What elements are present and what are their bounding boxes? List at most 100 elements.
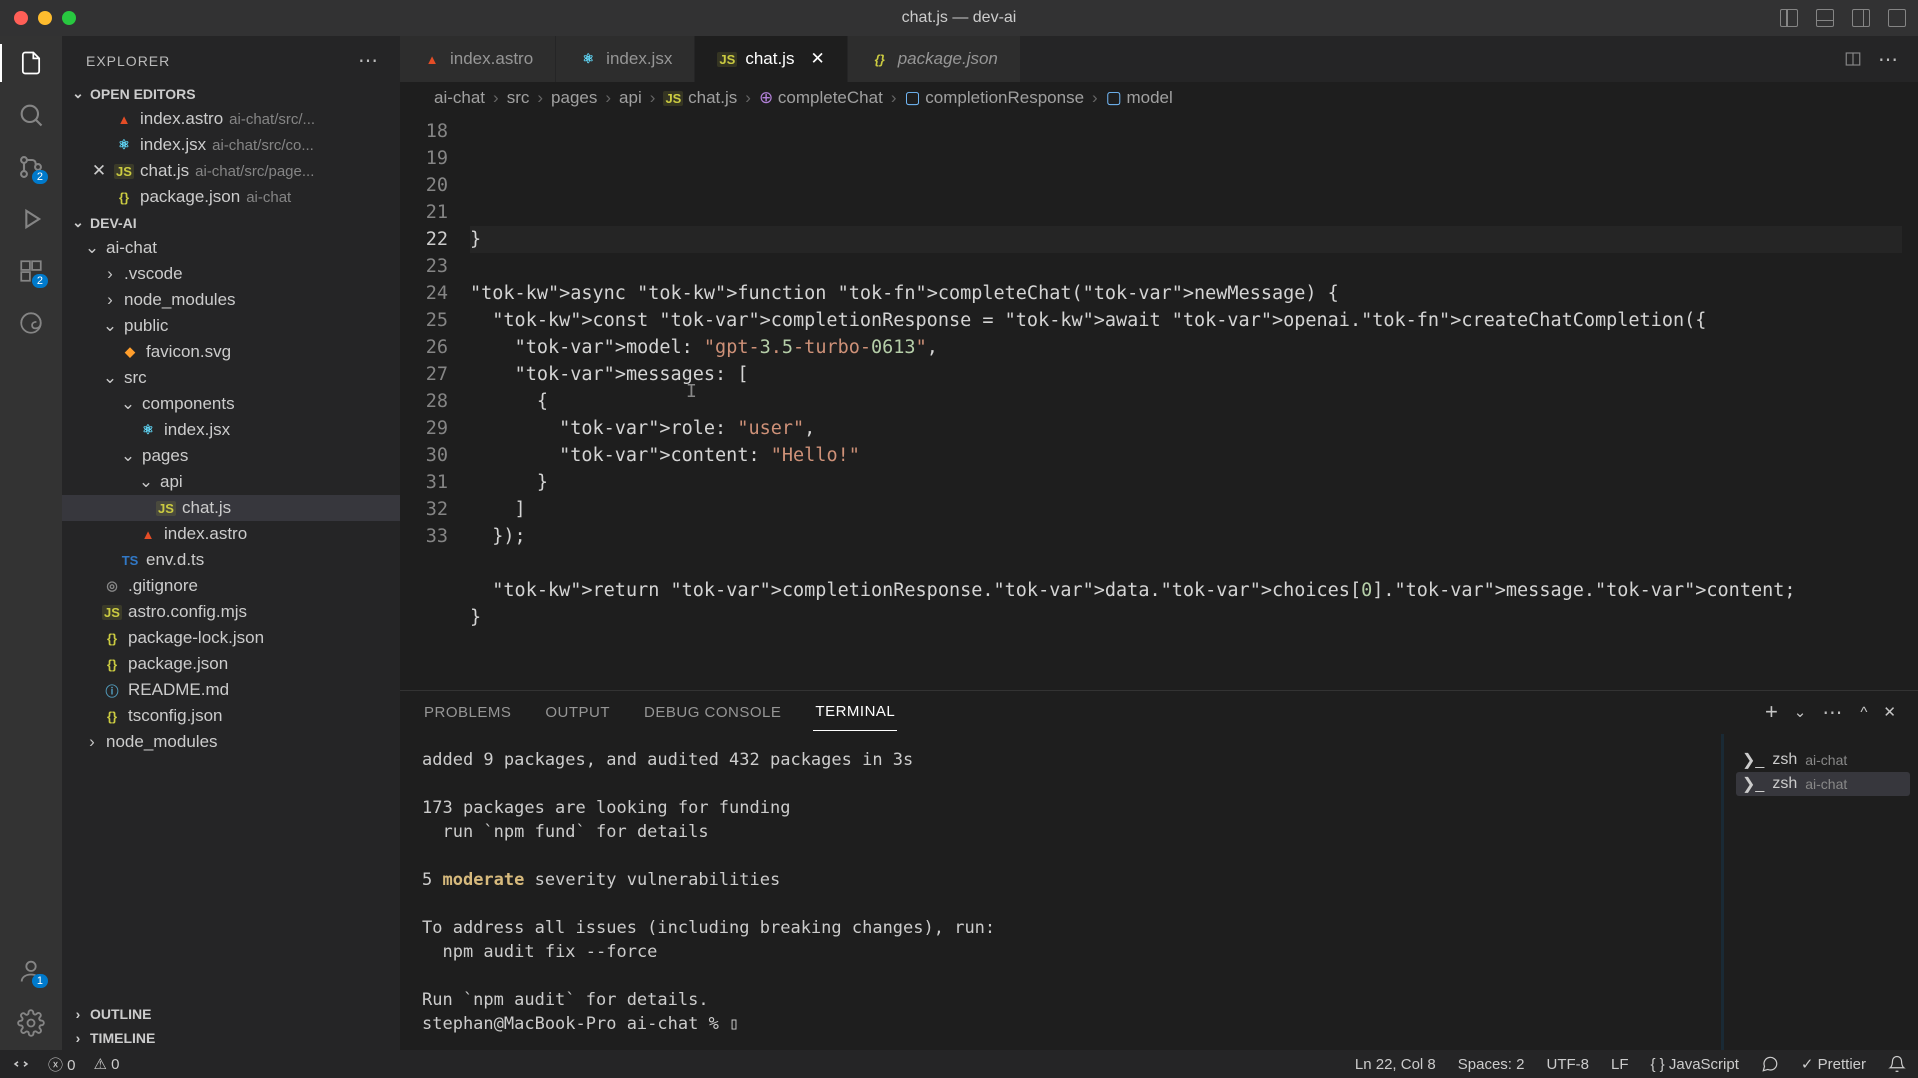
editor-area: ▲index.astro⚛index.jsxJSchat.js✕{}packag… [400,36,1918,1050]
file-item[interactable]: JSchat.js [62,495,400,521]
file-item[interactable]: ◎.gitignore [62,573,400,599]
folder-item[interactable]: ⌄public [62,313,400,339]
breadcrumb-segment[interactable]: ⊕ completeChat [759,88,883,108]
panel-tab-debug-console[interactable]: DEBUG CONSOLE [642,694,783,731]
folder-item[interactable]: ⌄ai-chat [62,235,400,261]
explorer-icon[interactable] [16,48,46,78]
file-item[interactable]: ◆favicon.svg [62,339,400,365]
activity-bar: 2 2 1 [0,36,62,1050]
editor-more-icon[interactable]: ⋯ [1878,47,1900,72]
close-panel-icon[interactable]: ✕ [1883,703,1896,721]
accounts-icon[interactable]: 1 [16,956,46,986]
prettier-status[interactable]: ✓ Prettier [1801,1055,1866,1073]
warnings-count[interactable]: ⚠ 0 [94,1055,120,1073]
folder-item[interactable]: ⌄components [62,391,400,417]
minimize-window-button[interactable] [38,11,52,25]
breadcrumb-segment[interactable]: pages [551,88,597,108]
chevron-right-icon: › [70,1030,86,1046]
code-editor[interactable]: 18192021222324252627282930313233 𝙸 } "to… [400,118,1918,690]
close-window-button[interactable] [14,11,28,25]
window-title: chat.js — dev-ai [902,9,1017,27]
toggle-primary-sidebar-icon[interactable] [1780,9,1798,27]
chevron-right-icon: › [70,1006,86,1022]
errors-count[interactable]: ⓧ 0 [48,1054,76,1075]
open-editor-item[interactable]: {}package.json ai-chat [62,184,400,210]
explorer-more-icon[interactable]: ⋯ [358,48,380,73]
cursor-position[interactable]: Ln 22, Col 8 [1355,1056,1436,1073]
terminal-output[interactable]: added 9 packages, and audited 432 packag… [400,734,1721,1050]
scm-badge: 2 [32,170,48,184]
settings-gear-icon[interactable] [16,1008,46,1038]
breadcrumb-segment[interactable]: JS chat.js [663,88,737,108]
open-editors-section[interactable]: ⌄ OPEN EDITORS [62,81,400,106]
explorer-title: EXPLORER [86,53,170,69]
breadcrumb-segment[interactable]: src [507,88,530,108]
file-item[interactable]: JSastro.config.mjs [62,599,400,625]
timeline-section[interactable]: › TIMELINE [62,1026,400,1050]
editor-tab[interactable]: ⚛index.jsx [556,36,695,82]
extensions-icon[interactable]: 2 [16,256,46,286]
customize-layout-icon[interactable] [1888,9,1906,27]
folder-item[interactable]: ›.vscode [62,261,400,287]
terminal-session[interactable]: ❯_zsh ai-chat [1736,748,1910,772]
file-item[interactable]: ⚛index.jsx [62,417,400,443]
editor-tabs: ▲index.astro⚛index.jsxJSchat.js✕{}packag… [400,36,1918,82]
new-terminal-icon[interactable]: + [1765,699,1778,725]
eol[interactable]: LF [1611,1056,1629,1073]
project-section[interactable]: ⌄ DEV-AI [62,210,400,235]
open-editor-item[interactable]: ▲index.astro ai-chat/src/... [62,106,400,132]
maximize-panel-icon[interactable]: ^ [1860,704,1867,721]
terminal-chevron-icon[interactable]: ⌄ [1794,703,1807,721]
breadcrumb-segment[interactable]: ▢ model [1106,88,1173,108]
folder-item[interactable]: ⌄src [62,365,400,391]
search-icon[interactable] [16,100,46,130]
language-mode[interactable]: { } JavaScript [1651,1056,1739,1073]
open-editor-item[interactable]: ✕JSchat.js ai-chat/src/page... [62,158,400,184]
terminal-session[interactable]: ❯_zsh ai-chat [1736,772,1910,796]
close-icon[interactable]: ✕ [90,161,108,181]
text-cursor-icon: 𝙸 [686,378,697,405]
folder-item[interactable]: ›node_modules [62,287,400,313]
accounts-badge: 1 [32,974,48,988]
editor-tab[interactable]: {}package.json [848,36,1021,82]
editor-tab[interactable]: ▲index.astro [400,36,556,82]
breadcrumb[interactable]: ai-chat›src›pages›api›JS chat.js›⊕ compl… [400,82,1918,118]
breadcrumb-segment[interactable]: ▢ completionResponse [904,88,1084,108]
chevron-down-icon: ⌄ [70,85,86,102]
close-tab-icon[interactable]: ✕ [810,49,824,69]
feedback-icon[interactable] [1761,1055,1779,1073]
folder-item[interactable]: ›node_modules [62,729,400,755]
file-item[interactable]: ⓘREADME.md [62,677,400,703]
file-item[interactable]: ▲index.astro [62,521,400,547]
panel-tab-terminal[interactable]: TERMINAL [813,693,897,731]
editor-tab[interactable]: JSchat.js✕ [695,36,847,82]
indentation[interactable]: Spaces: 2 [1458,1056,1525,1073]
split-editor-icon[interactable] [1844,50,1862,68]
encoding[interactable]: UTF-8 [1546,1056,1589,1073]
toggle-secondary-sidebar-icon[interactable] [1852,9,1870,27]
run-debug-icon[interactable] [16,204,46,234]
explorer-sidebar: EXPLORER ⋯ ⌄ OPEN EDITORS ▲index.astro a… [62,36,400,1050]
outline-section[interactable]: › OUTLINE [62,1002,400,1026]
panel-tab-output[interactable]: OUTPUT [543,694,612,731]
file-item[interactable]: {}package.json [62,651,400,677]
file-item[interactable]: {}package-lock.json [62,625,400,651]
breadcrumb-segment[interactable]: api [619,88,642,108]
folder-item[interactable]: ⌄api [62,469,400,495]
source-control-icon[interactable]: 2 [16,152,46,182]
notifications-icon[interactable] [1888,1055,1906,1073]
breadcrumb-segment[interactable]: ai-chat [434,88,485,108]
edge-tools-icon[interactable] [16,308,46,338]
file-item[interactable]: TSenv.d.ts [62,547,400,573]
open-editor-item[interactable]: ⚛index.jsx ai-chat/src/co... [62,132,400,158]
panel-tab-problems[interactable]: PROBLEMS [422,694,513,731]
status-bar: ⓧ 0 ⚠ 0 Ln 22, Col 8 Spaces: 2 UTF-8 LF … [0,1050,1918,1078]
maximize-window-button[interactable] [62,11,76,25]
file-item[interactable]: {}tsconfig.json [62,703,400,729]
toggle-panel-icon[interactable] [1816,9,1834,27]
panel-more-icon[interactable]: ⋯ [1822,700,1844,725]
remote-indicator-icon[interactable] [12,1055,30,1073]
extensions-badge: 2 [32,274,48,288]
folder-item[interactable]: ⌄pages [62,443,400,469]
terminal-sessions: ❯_zsh ai-chat❯_zsh ai-chat [1728,734,1918,1050]
